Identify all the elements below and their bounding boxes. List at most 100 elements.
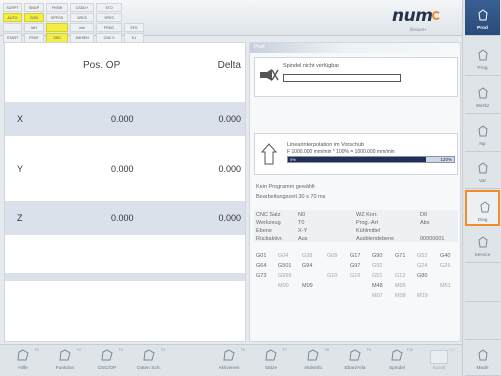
gcode-cell: G52 [417,253,428,259]
gcode-cell: G73 [256,273,267,279]
softkey-label: Diag [477,218,488,223]
status-indicator: SON [24,13,44,22]
gcode-cell: M08 [395,293,406,299]
softkey-label: Mode [476,366,489,371]
feed-override-min-label: 0% [290,157,296,162]
softkey-label: Funktion [55,366,75,371]
feed-override-bar: 0% 120% [287,156,455,163]
status-value: Abs [420,220,430,226]
gcode-cell: G25 [440,263,451,269]
status-label: CNC Satz [256,212,281,218]
bottom-softkey-eban-arla[interactable]: F9 Eban/Arla [336,347,374,375]
production-info-panel: Prod Spindel nicht verfügbar Linearinter… [249,42,461,342]
status-label: Kühlmittel [356,228,381,234]
bottom-softkey-aktivieren[interactable]: F6 Aktivieren [210,347,248,375]
status-value: X-Y [298,228,308,234]
softkey-label: Spindel [388,366,405,371]
function-key-number: F2 [76,348,81,352]
axis-row-x[interactable]: X 0.000 0.000 [5,102,245,136]
cnc-hmi-window: SCRPT SNGP FHSW CSDG+ STO AUTO SON SPPOS SRVS SPK… [0,0,501,376]
gcode-cell: G999 [278,273,292,279]
spindle-speed-bar [283,74,401,82]
gcode-cell: G71 [395,253,406,259]
function-key-number: F1 [34,348,39,352]
axis-row-z[interactable]: Z 0.000 0.000 [5,201,245,235]
vertical-softkey-bar: Prod Prog Werkz Np Var Diag Service Mode [462,0,501,376]
gcode-cell: G501 [278,263,292,269]
bottom-softkey-kanal[interactable]: F11 Kanal [420,347,458,375]
softkey-label: Np [479,142,486,147]
softkey-icon [477,124,489,138]
softkey-np[interactable]: Np [465,116,500,152]
softkey-werkz[interactable]: Werkz [465,78,500,114]
softkey-label: Kanal [432,366,446,371]
empty-axis-row [5,273,245,281]
status-indicator: FHSW [46,3,68,12]
softkey-empty-8[interactable] [465,304,500,340]
status-indicator: SPPOS [46,13,68,22]
softkey-mode[interactable]: Mode [465,340,500,376]
bottom-softkey-funktion[interactable]: F2 Funktion [46,347,84,375]
softkey-empty-7[interactable] [465,266,500,302]
status-indicator: STO [96,3,122,12]
gcode-cell: G01 [256,253,267,259]
status-indicator: SFG [124,23,144,32]
disabled-key-icon [430,350,448,364]
softkey-icon [477,8,489,22]
softkey-label: Daten Sch. [137,366,161,371]
gcode-cell: G24 [417,263,428,269]
axis-row-y[interactable]: Y 0.000 0.000 [5,152,245,186]
cnc-status-table: CNC Satz N0 Werkzeug T0 Ebene X-Y Rückaktivr. A… [254,210,458,242]
status-indicator: AUTO [3,13,22,22]
function-key-number: F3 [118,348,123,352]
bottom-softkey-hilfe[interactable]: F1 Hilfe [4,347,42,375]
status-label: WZ Korr. [356,212,378,218]
gcode-cell: G94 [302,263,313,269]
softkey-label: Service [474,253,491,258]
status-indicator [124,3,144,12]
column-header-pos-op: Pos. OP [83,60,121,71]
gcode-cell: G09 [327,253,338,259]
gcode-cell: M05 [395,283,406,289]
interpolation-mode-text: Linearinterpolation im Vorschub [287,142,365,148]
axis-name: Z [17,213,23,223]
softkey-icon [142,349,156,362]
axis-position-panel: Pos. OP Delta X 0.000 0.000 Y 0.000 0.00… [4,42,246,342]
status-indicator: SCRPT [3,3,22,12]
softkey-icon [222,349,236,362]
gcode-cell: G40 [440,253,451,259]
softkey-prod[interactable]: Prod [465,0,500,36]
gcode-cell: G12 [395,273,406,279]
softkey-diag[interactable]: Diag [465,190,500,226]
gcode-cell: M07 [372,293,383,299]
function-key-number: F8 [324,348,329,352]
column-header-delta: Delta [217,60,241,71]
axis-delta-value: 0.000 [218,114,241,124]
status-label: Prog.-Art [356,220,379,226]
softkey-label: Aktivieren [218,366,240,371]
softkey-var[interactable]: Var [465,153,500,189]
softkey-icon [479,200,491,214]
status-indicator: FRDG [96,23,122,32]
prod-tab[interactable]: Prod [250,43,460,53]
bottom-softkey-daten-sch-[interactable]: F4 Daten Sch. [130,347,168,375]
status-indicator [46,23,68,32]
bottom-softkey-s-tze[interactable]: F7 Sätze [252,347,290,375]
softkey-icon [477,48,489,62]
gcode-cell: M19 [417,293,428,299]
bottom-softkey-spindel[interactable]: F10 Spindel [378,347,416,375]
softkey-service[interactable]: Service [465,227,500,263]
softkey-label: Prog [477,66,488,71]
function-key-number: F4 [160,348,165,352]
bottom-softkey-aktivinfo[interactable]: F8 Aktivinfo [294,347,332,375]
bottom-softkey-empty[interactable] [172,347,210,375]
bottom-softkey-cnc-op[interactable]: F3 CNC/OP [88,347,126,375]
softkey-prog[interactable]: Prog [465,40,500,76]
status-value: Aus [298,236,308,242]
axis-position-value: 0.000 [111,164,134,174]
brand: num flexium+ [392,6,460,34]
axis-delta-value: 0.000 [218,213,241,223]
softkey-icon [477,86,489,100]
softkey-label: Werkz [475,104,490,109]
gcode-cell: G16 [350,273,361,279]
